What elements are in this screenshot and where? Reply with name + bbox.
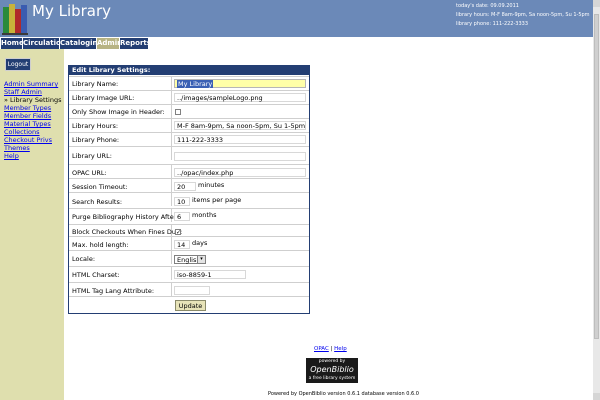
books-logo-icon	[2, 4, 28, 35]
tab-home[interactable]: Home	[1, 38, 24, 49]
scroll-up-arrow-icon[interactable]	[593, 0, 600, 7]
block-checkouts-checkbox[interactable]: ✓	[175, 229, 181, 236]
todays-date: today's date: 09.09.2011	[456, 3, 519, 9]
label-block-checkouts: Block Checkouts When Fines Due:	[72, 228, 183, 236]
sidebar-item-material-types[interactable]: Material Types	[4, 120, 51, 128]
label-library-hours: Library Hours:	[72, 122, 119, 130]
sidebar-item-library-settings: » Library Settings	[4, 96, 62, 104]
label-library-url: Library URL:	[72, 152, 112, 160]
footer-links: OPAC | Help	[314, 346, 347, 352]
label-library-name: Library Name:	[72, 80, 119, 88]
label-html-lang: HTML Tag Lang Attribute:	[72, 287, 155, 295]
scrollbar-thumb[interactable]	[594, 14, 599, 339]
search-results-unit: items per page	[192, 196, 242, 204]
version-text: Powered by OpenBiblio version 0.6.1 data…	[268, 391, 419, 397]
max-hold-input[interactable]: 14	[174, 240, 190, 249]
tab-cataloging[interactable]: Cataloging	[60, 38, 103, 49]
logout-button[interactable]: Logout	[5, 58, 31, 71]
label-library-image-url: Library Image URL:	[72, 94, 135, 102]
tab-admin[interactable]: Admin	[97, 38, 122, 49]
label-opac-url: OPAC URL:	[72, 169, 107, 177]
badge-powered-by: powered by	[318, 359, 346, 364]
page: My Library today's date: 09.09.2011 libr…	[0, 0, 600, 400]
update-button[interactable]: Update	[175, 300, 206, 311]
library-url-input[interactable]	[174, 152, 306, 161]
sidebar-item-member-fields[interactable]: Member Fields	[4, 112, 51, 120]
session-timeout-unit: minutes	[198, 181, 225, 189]
sidebar-item-collections[interactable]: Collections	[4, 128, 40, 136]
library-info: today's date: 09.09.2011 library hours: …	[456, 2, 590, 29]
sidebar-item-member-types[interactable]: Member Types	[4, 104, 51, 112]
chevron-down-icon[interactable]: ▾	[197, 256, 205, 263]
badge-name: OpenBiblio	[310, 365, 354, 374]
max-hold-unit: days	[192, 239, 208, 247]
only-show-image-checkbox[interactable]	[175, 109, 181, 115]
tab-reports[interactable]: Reports	[120, 38, 151, 49]
library-name-input[interactable]: My Library	[174, 79, 306, 88]
library-image-url-input[interactable]: ../images/sampleLogo.png	[174, 93, 306, 102]
sidebar-item-help[interactable]: Help	[4, 152, 19, 160]
settings-header: Edit Library Settings:	[69, 66, 309, 75]
sidebar-item-checkout-privs[interactable]: Checkout Privs	[4, 136, 52, 144]
tab-circulation[interactable]: Circulation	[23, 38, 66, 49]
opac-link[interactable]: OPAC	[314, 346, 329, 352]
purge-history-input[interactable]: 6	[174, 212, 190, 221]
html-lang-input[interactable]	[174, 286, 210, 295]
purge-history-unit: months	[192, 211, 217, 219]
library-hours-input[interactable]: M-F 8am-9pm, Sa noon-5pm, Su 1-5pm	[174, 121, 306, 130]
locale-select[interactable]: English ▾	[174, 255, 206, 264]
opac-url-input[interactable]: ../opac/index.php	[174, 168, 306, 177]
search-results-input[interactable]: 10	[174, 197, 190, 206]
session-timeout-input[interactable]: 20	[174, 182, 196, 191]
label-library-phone: Library Phone:	[72, 136, 120, 144]
library-hours: library hours: M-F 8am-9pm, Sa noon-5pm,…	[456, 12, 590, 18]
library-phone: library phone: 111-222-3333	[456, 21, 529, 27]
openbiblio-badge[interactable]: powered by OpenBiblio a free library sys…	[306, 358, 358, 383]
sidebar-item-themes[interactable]: Themes	[4, 144, 30, 152]
label-only-show-image: Only Show Image in Header:	[72, 108, 165, 116]
label-session-timeout: Session Timeout:	[72, 183, 128, 191]
label-max-hold: Max. hold length:	[72, 241, 129, 249]
sidebar-item-admin-summary[interactable]: Admin Summary	[4, 80, 58, 88]
scroll-down-arrow-icon[interactable]	[593, 393, 600, 400]
library-phone-input[interactable]: 111-222-3333	[174, 135, 306, 144]
html-charset-input[interactable]: iso-8859-1	[174, 270, 246, 279]
label-html-charset: HTML Charset:	[72, 271, 120, 279]
label-purge-history: Purge Bibliography History After:	[72, 213, 179, 221]
label-search-results: Search Results:	[72, 198, 123, 206]
app-title: My Library	[32, 2, 112, 20]
label-locale: Locale:	[72, 255, 96, 263]
sidebar-item-staff-admin[interactable]: Staff Admin	[4, 88, 42, 96]
help-link[interactable]: Help	[334, 346, 347, 352]
badge-tagline: a free library system	[308, 376, 356, 381]
